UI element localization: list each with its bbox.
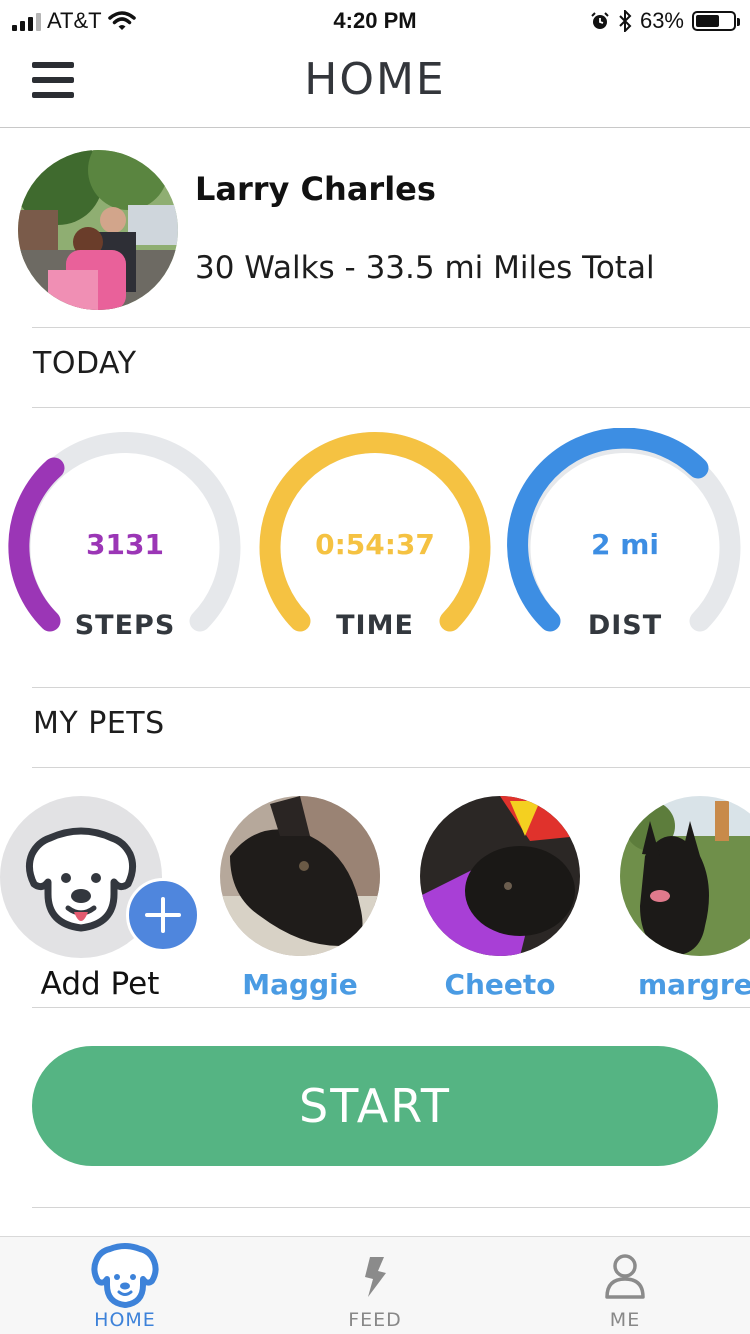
my-pets-heading: MY PETS — [33, 706, 165, 741]
user-name: Larry Charles — [195, 170, 436, 208]
status-bar: AT&T 4:20 PM 63% — [0, 0, 750, 40]
tab-bar: HOME FEED ME — [0, 1236, 750, 1334]
steps-value: 3131 — [86, 528, 164, 561]
start-button[interactable]: START — [32, 1046, 718, 1166]
page-title: HOME — [304, 54, 446, 105]
steps-label: STEPS — [74, 610, 176, 641]
alarm-icon — [591, 12, 609, 29]
divider — [32, 767, 750, 768]
tab-feed[interactable]: FEED — [250, 1237, 500, 1334]
pet-photo[interactable] — [420, 796, 580, 956]
person-icon — [605, 1254, 645, 1299]
bluetooth-icon — [619, 10, 632, 32]
time-gauge: 0:54:37 TIME — [255, 428, 495, 648]
divider — [32, 327, 750, 328]
tab-label[interactable]: FEED — [250, 1309, 500, 1331]
divider — [32, 1207, 750, 1208]
divider — [32, 1007, 750, 1008]
distance-label: DIST — [587, 610, 663, 641]
tab-me[interactable]: ME — [500, 1237, 750, 1334]
tab-home[interactable]: HOME — [0, 1237, 250, 1334]
pet-name[interactable]: margre — [620, 968, 750, 1001]
add-pet-label[interactable]: Add Pet — [0, 966, 200, 1002]
add-pet-button[interactable] — [126, 878, 200, 952]
avatar[interactable] — [18, 150, 178, 310]
pet-photo[interactable] — [620, 796, 750, 956]
tab-label[interactable]: HOME — [0, 1309, 250, 1331]
pet-name[interactable]: Cheeto — [420, 968, 580, 1001]
time-value: 0:54:37 — [315, 528, 435, 561]
distance-value: 2 mi — [590, 528, 659, 561]
user-stats: 30 Walks - 33.5 mi Miles Total — [195, 250, 655, 286]
profile-card[interactable]: Larry Charles 30 Walks - 33.5 mi Miles T… — [0, 128, 750, 328]
status-right: 63% — [590, 8, 740, 34]
tab-label[interactable]: ME — [500, 1309, 750, 1331]
time-label: TIME — [336, 610, 414, 641]
pet-photo[interactable] — [220, 796, 380, 956]
battery-icon — [692, 11, 740, 31]
dog-face-icon — [91, 1243, 159, 1308]
pet-card-maggie[interactable]: Maggie — [220, 796, 382, 1001]
today-heading: TODAY — [33, 346, 137, 381]
steps-gauge: 3131 STEPS — [5, 428, 245, 648]
pet-card-cheeto[interactable]: Cheeto — [420, 796, 582, 1001]
divider — [32, 407, 750, 408]
pet-card-margre[interactable]: margre — [620, 796, 750, 1001]
divider — [32, 687, 750, 688]
nav-bar: HOME — [0, 40, 750, 128]
battery-percent: 63% — [639, 8, 684, 33]
pet-name[interactable]: Maggie — [220, 968, 380, 1001]
distance-gauge: 2 mi DIST — [505, 428, 745, 648]
plus-icon — [145, 897, 181, 933]
lightning-icon — [365, 1257, 386, 1297]
battery-fill — [696, 15, 719, 27]
